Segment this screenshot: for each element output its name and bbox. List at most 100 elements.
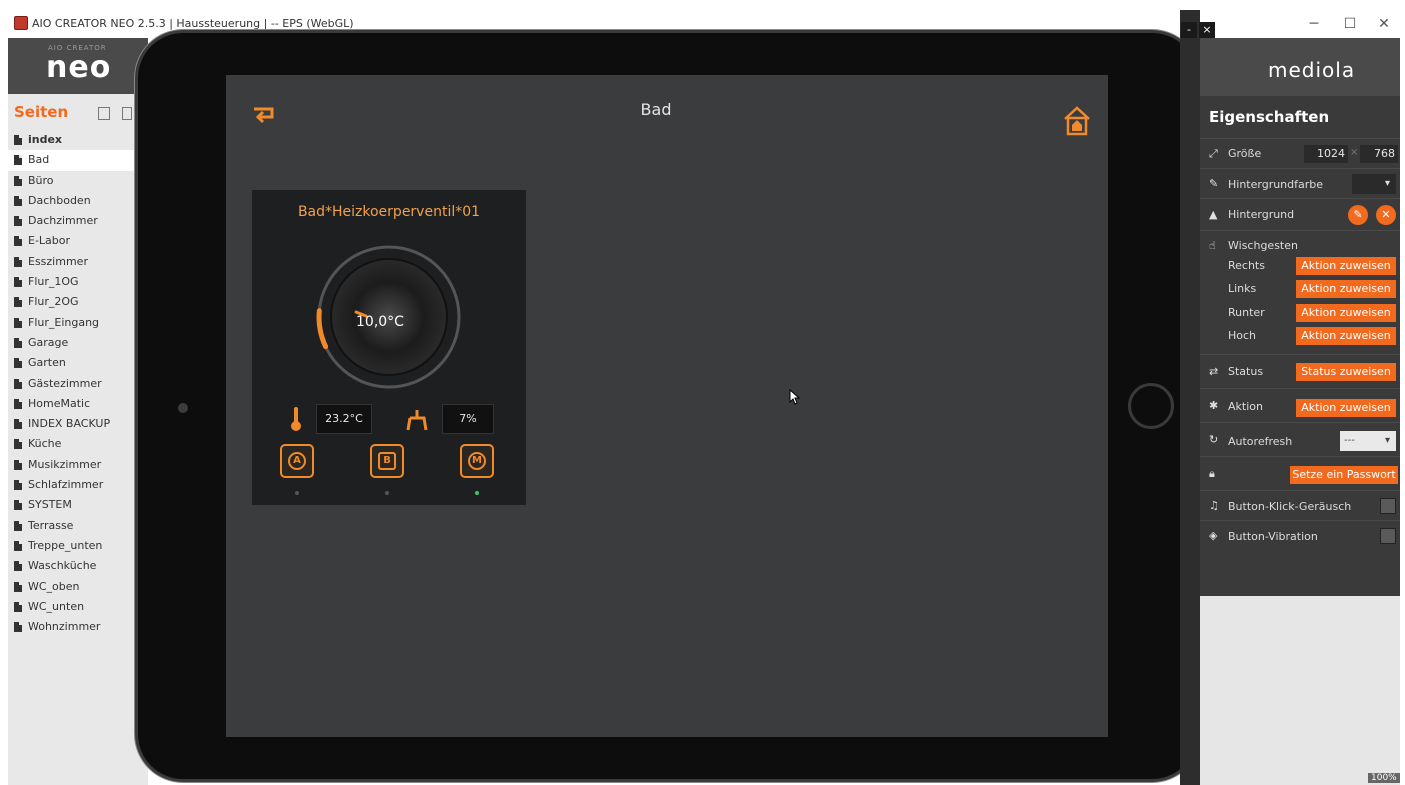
background-image-label: Hintergrund: [1228, 208, 1295, 221]
set-password-button[interactable]: Setze ein Passwort: [1290, 466, 1398, 484]
page-icon: [14, 236, 22, 247]
properties-panel: mediola Eigenschaften ⤢ Größe 1024 × 768…: [1200, 38, 1400, 785]
mode-boost-button[interactable]: B: [370, 444, 404, 478]
page-label: WC_unten: [28, 599, 85, 613]
swipe-up-action-button[interactable]: Aktion zuweisen: [1296, 327, 1396, 345]
page-item[interactable]: Büro: [8, 171, 148, 191]
minimize-button[interactable]: ─: [1294, 12, 1334, 36]
page-label: Terrasse: [28, 518, 74, 532]
page-label: Esszimmer: [28, 254, 88, 268]
assign-status-button[interactable]: Status zuweisen: [1296, 363, 1396, 381]
autorefresh-dropdown[interactable]: --- ▾: [1340, 431, 1396, 451]
size-label: Größe: [1228, 147, 1262, 160]
background-color-label: Hintergrundfarbe: [1228, 178, 1324, 191]
page-icon: [14, 277, 22, 288]
page-canvas[interactable]: Bad Bad*Heizkoerperventil*01 10,0°C 23.2…: [226, 75, 1108, 737]
chevron-down-icon: ▾: [1384, 435, 1390, 446]
swipe-gestures-label: Wischgesten: [1228, 239, 1298, 252]
copy-page-icon[interactable]: [122, 107, 132, 120]
mode-manual-button[interactable]: M: [460, 444, 494, 478]
click-sound-checkbox[interactable]: [1380, 498, 1396, 514]
collapse-panel-button[interactable]: -: [1181, 22, 1197, 38]
swipe-right-action-button[interactable]: Aktion zuweisen: [1296, 257, 1396, 275]
page-item[interactable]: HomeMatic: [8, 394, 148, 414]
page-item[interactable]: WC_unten: [8, 597, 148, 617]
assign-action-button[interactable]: Aktion zuweisen: [1296, 399, 1396, 417]
height-input[interactable]: 768: [1360, 145, 1398, 163]
page-item[interactable]: Gästezimmer: [8, 374, 148, 394]
size-row: ⤢ Größe 1024 × 768: [1200, 138, 1400, 168]
vibration-label: Button-Vibration: [1228, 530, 1318, 543]
swipe-up-label: Hoch: [1228, 329, 1257, 342]
page-item[interactable]: Garten: [8, 353, 148, 373]
vibration-checkbox[interactable]: [1380, 528, 1396, 544]
page-item[interactable]: Bad: [8, 150, 148, 171]
page-item[interactable]: Dachzimmer: [8, 211, 148, 231]
close-button[interactable]: ✕: [1364, 12, 1404, 36]
page-label: Schlafzimmer: [28, 478, 104, 492]
edit-background-button[interactable]: ✎: [1348, 205, 1368, 225]
page-item[interactable]: Flur_2OG: [8, 292, 148, 312]
page-item[interactable]: Waschküche: [8, 556, 148, 576]
page-item[interactable]: SYSTEM: [8, 495, 148, 515]
page-item[interactable]: Esszimmer: [8, 252, 148, 272]
page-label: INDEX BACKUP: [28, 417, 111, 431]
page-item[interactable]: Wohnzimmer: [8, 617, 148, 637]
page-item[interactable]: Musikzimmer: [8, 455, 148, 475]
swipe-down-label: Runter: [1228, 306, 1265, 319]
page-label: SYSTEM: [28, 498, 72, 512]
page-icon: [14, 317, 22, 328]
lock-icon: 🔒︎: [1209, 467, 1215, 480]
back-arrow-icon[interactable]: [250, 105, 280, 127]
mode-boost-label: B: [378, 452, 396, 470]
page-item[interactable]: Küche: [8, 434, 148, 454]
swipe-left-action-button[interactable]: Aktion zuweisen: [1296, 280, 1396, 298]
background-image-row: ▲ Hintergrund ✎ ✕: [1200, 198, 1400, 230]
page-item[interactable]: Flur_1OG: [8, 272, 148, 292]
mode-auto-label: A: [288, 452, 306, 470]
remove-background-button[interactable]: ✕: [1376, 205, 1396, 225]
add-page-icon[interactable]: [98, 107, 110, 120]
swipe-down-action-button[interactable]: Aktion zuweisen: [1296, 304, 1396, 322]
page-item[interactable]: Flur_Eingang: [8, 313, 148, 333]
properties-list: Eigenschaften ⤢ Größe 1024 × 768 ✎ Hinte…: [1200, 96, 1400, 596]
background-color-dropdown[interactable]: ▾: [1352, 174, 1396, 194]
page-item[interactable]: index: [8, 130, 148, 150]
page-label: WC_oben: [28, 579, 80, 593]
page-icon: [14, 500, 22, 511]
page-label: Treppe_unten: [28, 538, 103, 552]
width-input[interactable]: 1024: [1304, 145, 1348, 163]
brand-name: mediola: [1268, 58, 1356, 82]
thermometer-icon: [291, 407, 301, 431]
logo-text: neo: [46, 50, 112, 85]
image-icon: ▲: [1209, 208, 1218, 221]
mode-auto-button[interactable]: A: [280, 444, 314, 478]
page-item[interactable]: Garage: [8, 333, 148, 353]
page-label: index: [28, 133, 63, 146]
page-item[interactable]: Terrasse: [8, 516, 148, 536]
page-icon: [14, 601, 22, 612]
page-item[interactable]: Dachboden: [8, 191, 148, 211]
page-item[interactable]: E-Labor: [8, 231, 148, 251]
page-item[interactable]: WC_oben: [8, 577, 148, 597]
page-item[interactable]: Treppe_unten: [8, 536, 148, 556]
close-panel-button[interactable]: ×: [1199, 22, 1215, 38]
page-item[interactable]: INDEX BACKUP: [8, 414, 148, 434]
page-label: Musikzimmer: [28, 457, 102, 471]
status-label: Status: [1228, 365, 1264, 378]
pages-sidebar: AIO CREATOR neo Seiten index Bad Büro Dachb…: [8, 38, 148, 785]
page-label: Flur_2OG: [28, 295, 79, 309]
app-icon: [14, 16, 28, 30]
page-item[interactable]: Schlafzimmer: [8, 475, 148, 495]
home-icon[interactable]: [1062, 105, 1092, 137]
page-label: HomeMatic: [28, 396, 91, 410]
page-icon: [14, 175, 22, 186]
page-label: Bad: [28, 153, 50, 167]
password-row: 🔒︎ Setze ein Passwort: [1200, 456, 1400, 490]
page-label: Dachboden: [28, 193, 91, 207]
page-icon: [14, 459, 22, 470]
page-icon: [14, 195, 22, 206]
thermostat-widget[interactable]: Bad*Heizkoerperventil*01 10,0°C 23.2°C 7…: [252, 190, 526, 505]
vibration-row: ◈ Button-Vibration: [1200, 520, 1400, 550]
page-label: Waschküche: [28, 559, 97, 573]
